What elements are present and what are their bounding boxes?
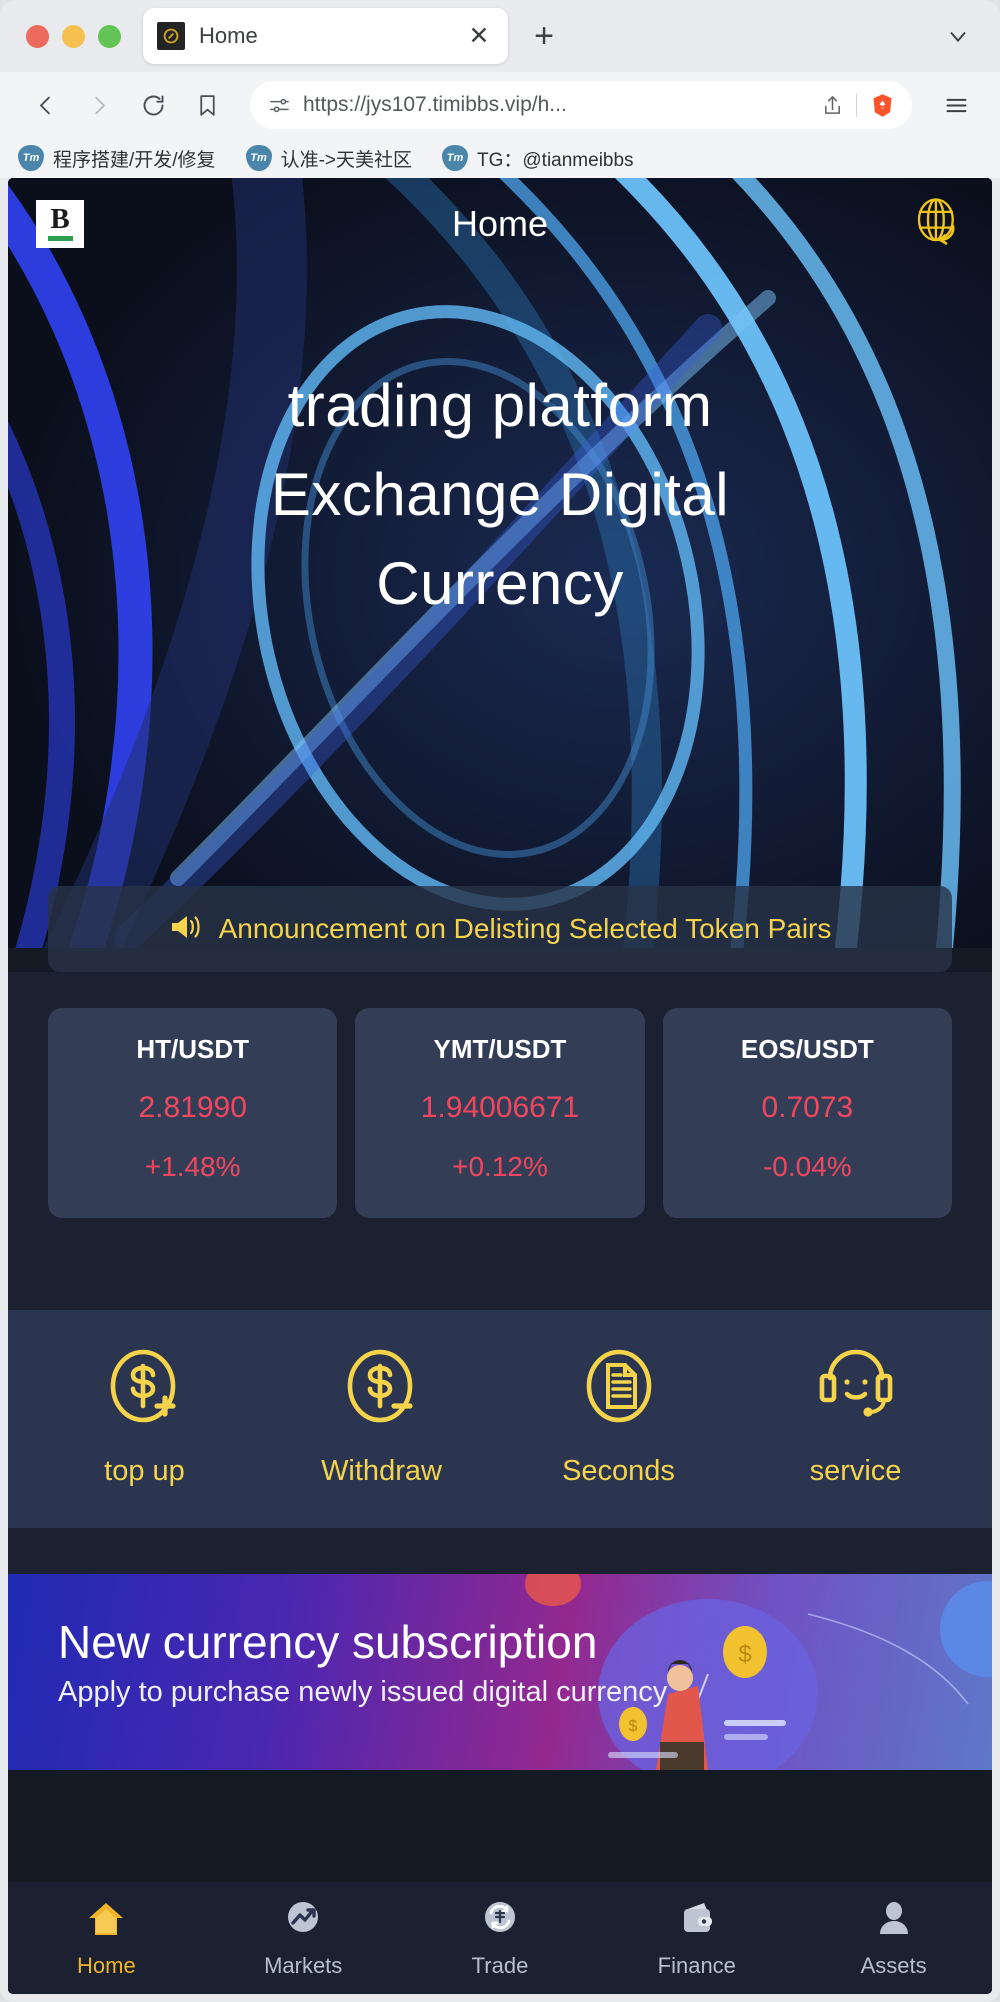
dollar-minus-circle-icon [338,1344,426,1437]
bookmark-item[interactable]: 认准->天美社区 [245,145,412,172]
dollar-plus-circle-icon [101,1344,189,1437]
announcement-text: Announcement on Delisting Selected Token… [218,913,832,944]
quick-action-seconds[interactable]: Seconds [500,1344,737,1488]
hero-section: B Home trading platform Exchange Digital… [8,178,992,948]
page-header: B Home [8,178,992,270]
trade-swap-icon [479,1898,521,1945]
ticker-pair: HT/USDT [136,1034,249,1064]
ticker-pair: EOS/USDT [740,1034,874,1064]
browser-tab[interactable]: Home ✕ [143,8,508,64]
ticker-cards: HT/USDT 2.81990 +1.48% YMT/USDT 1.940066… [8,972,992,1264]
nav-tab-markets[interactable]: Markets [205,1898,402,1979]
hamburger-menu-icon[interactable] [934,83,978,127]
tab-title: Home [199,23,258,48]
nav-tab-label: Markets [264,1952,343,1978]
announcement-wrap: Announcement on Delisting Selected Token… [8,886,992,972]
quick-action-withdraw[interactable]: Withdraw [263,1344,500,1488]
plus-icon[interactable]: + [522,14,566,58]
nav-tab-label: Finance [657,1952,736,1978]
nav-tab-finance[interactable]: Finance [598,1898,795,1979]
chevron-down-icon[interactable] [936,14,980,58]
tm-bookmark-icon [18,145,44,171]
site-settings-icon[interactable] [268,94,291,117]
hero-line-1: trading platform [287,372,713,439]
person-icon [873,1898,915,1945]
announcement-banner[interactable]: Announcement on Delisting Selected Token… [48,886,952,972]
minimize-window-button[interactable] [62,24,85,48]
close-icon[interactable]: ✕ [464,21,494,51]
tm-bookmark-icon [245,145,272,171]
ticker-change: +0.12% [452,1151,548,1182]
bookmark-label: TG：@tianmeibbs [477,149,634,171]
speaker-announce-icon [169,912,203,947]
share-icon[interactable] [821,94,844,117]
ticker-price: 1.94006671 [420,1091,580,1124]
bookmark-label: 认准->天美社区 [280,149,412,171]
quick-action-service[interactable]: service [737,1344,974,1488]
quick-action-label: Seconds [562,1455,675,1487]
ticker-card[interactable]: EOS/USDT 0.7073 -0.04% [662,1008,952,1218]
close-window-button[interactable] [26,24,49,48]
tm-bookmark-icon [442,145,468,171]
navigation-toolbar: https://jys107.timibbs.vip/h... [0,72,1000,138]
document-circle-icon [575,1344,663,1437]
nav-tab-label: Trade [471,1952,529,1978]
nav-tab-assets[interactable]: Assets [795,1898,992,1979]
hero-headline: trading platform Exchange Digital Curren… [8,362,992,628]
hero-line-2: Exchange Digital [270,460,730,528]
home-icon [85,1898,127,1945]
quick-action-label: top up [104,1455,185,1487]
ticker-card[interactable]: HT/USDT 2.81990 +1.48% [48,1008,338,1218]
page-title: Home [451,203,549,244]
browser-window: Home ✕ + https://jys107.timibbs.vip/h...… [0,0,1000,2002]
bookmark-item[interactable]: TG：@tianmeibbs [442,145,634,172]
back-arrow-icon[interactable] [22,82,68,128]
window-controls [14,24,143,48]
promo-banner[interactable]: $ $ New currency subscription Apply to p… [8,1574,992,1770]
ticker-change: -0.04% [762,1151,852,1182]
ticker-pair: YMT/USDT [433,1034,567,1064]
nav-tab-home[interactable]: Home [8,1898,205,1979]
bookmarks-bar: 程序搭建/开发/修复 认准->天美社区 TG：@tianmeibbs [0,138,1000,178]
ticker-price: 2.81990 [138,1091,247,1124]
hero-line-3: Currency [376,549,624,617]
svg-text:$: $ [629,1718,638,1735]
nav-tab-label: Home [77,1952,136,1978]
markets-trend-icon [282,1898,324,1945]
web-page-viewport: B Home trading platform Exchange Digital… [8,178,992,1994]
brave-lion-icon[interactable] [869,92,896,119]
maximize-window-button[interactable] [98,24,121,48]
coin-favicon [157,22,185,50]
bookmark-icon[interactable] [184,82,230,128]
address-bar[interactable]: https://jys107.timibbs.vip/h... [250,81,912,129]
promo-banner-title: New currency subscription [58,1616,598,1668]
nav-tab-label: Assets [860,1952,927,1978]
forward-arrow-icon [76,82,122,128]
url-text: https://jys107.timibbs.vip/h... [303,93,567,116]
quick-action-label: service [809,1455,902,1487]
section-gap [8,1264,992,1310]
ticker-card[interactable]: YMT/USDT 1.94006671 +0.12% [355,1008,645,1218]
section-gap [8,1528,992,1574]
headset-support-icon [812,1344,900,1437]
nav-tab-trade[interactable]: Trade [402,1898,599,1979]
tab-strip: Home ✕ + [0,0,1000,72]
ticker-change: +1.48% [144,1151,241,1182]
quick-action-label: Withdraw [321,1455,442,1487]
reload-icon[interactable] [130,82,176,128]
omnibox-divider [856,93,857,117]
promo-banner-subtitle: Apply to purchase newly issued digital c… [58,1676,668,1709]
bottom-navigation: Home Markets Trade Finance Assets [8,1882,992,1994]
quick-action-top-up[interactable]: top up [26,1344,263,1488]
bookmark-item[interactable]: 程序搭建/开发/修复 [18,145,216,172]
wallet-icon [676,1898,718,1945]
ticker-price: 0.7073 [761,1091,854,1124]
quick-actions-panel: top up Withdraw Seconds service [8,1310,992,1528]
promo-banner-copy: New currency subscription Apply to purch… [8,1574,992,1709]
bookmark-label: 程序搭建/开发/修复 [53,149,216,171]
